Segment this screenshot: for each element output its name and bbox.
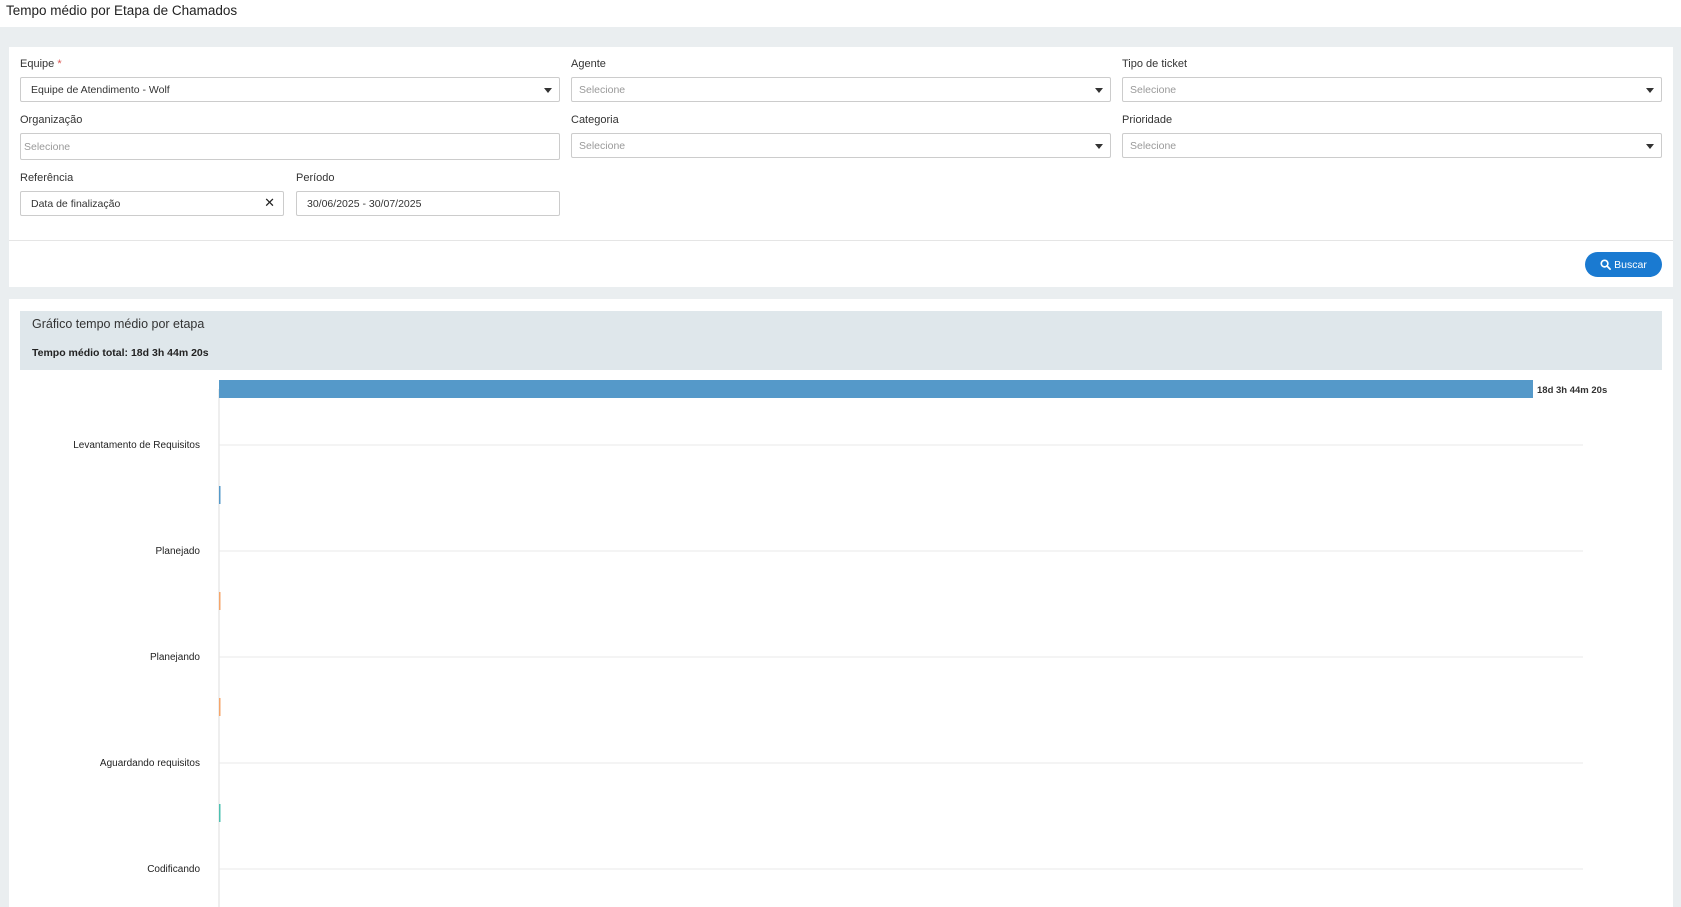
organizacao-label: Organização <box>20 114 83 126</box>
periodo-input[interactable]: 30/06/2025 - 30/07/2025 <box>296 191 560 216</box>
organizacao-input[interactable]: Selecione <box>20 133 560 160</box>
equipe-select-value: Equipe de Atendimento - Wolf <box>31 83 170 96</box>
periodo-label: Período <box>296 172 335 184</box>
referencia-select[interactable]: Data de finalização ✕ <box>20 191 284 216</box>
prioridade-select[interactable]: Selecione <box>1122 133 1662 158</box>
tipo-ticket-select-placeholder: Selecione <box>1130 83 1177 96</box>
page-title: Tempo médio por Etapa de Chamados <box>6 3 238 18</box>
tipo-ticket-label: Tipo de ticket <box>1122 58 1188 70</box>
category-label: Levantamento de Requisitos <box>73 440 200 451</box>
chevron-down-icon <box>1646 144 1654 149</box>
categoria-label: Categoria <box>571 114 619 126</box>
referencia-label: Referência <box>20 172 74 184</box>
chevron-down-icon <box>1646 88 1654 93</box>
equipe-label: Equipe * <box>20 58 62 70</box>
stage-time-chart: Levantamento de Requisitos 18d 3h 44m 20s… <box>73 380 1607 907</box>
agente-select-placeholder: Selecione <box>579 83 626 96</box>
tipo-ticket-select[interactable]: Selecione <box>1122 77 1662 102</box>
bar[interactable] <box>219 698 221 716</box>
bar[interactable] <box>219 486 221 504</box>
equipe-select[interactable]: Equipe de Atendimento - Wolf <box>20 77 560 102</box>
bar[interactable] <box>219 592 221 610</box>
bar[interactable] <box>219 804 221 822</box>
search-icon <box>1600 259 1612 270</box>
bar-data-label: 18d 3h 44m 20s <box>1537 385 1607 396</box>
category-label: Aguardando requisitos <box>100 758 200 769</box>
search-button[interactable]: Buscar <box>1585 252 1662 277</box>
agente-label: Agente <box>571 58 606 70</box>
category-label: Planejando <box>150 652 200 663</box>
categoria-select[interactable]: Selecione <box>571 133 1111 158</box>
required-mark: * <box>57 58 62 70</box>
prioridade-select-placeholder: Selecione <box>1130 139 1177 152</box>
equipe-label-text: Equipe <box>20 58 55 70</box>
chart-panel: Gráfico tempo médio por etapa Tempo médi… <box>9 299 1673 907</box>
prioridade-label: Prioridade <box>1122 114 1173 126</box>
categoria-select-placeholder: Selecione <box>579 139 626 152</box>
category-label: Planejado <box>156 546 201 557</box>
chevron-down-icon <box>1095 144 1103 149</box>
category-label: Codificando <box>147 864 200 875</box>
top-bar: Tempo médio por Etapa de Chamados <box>0 0 1681 27</box>
search-button-label: Buscar <box>1614 258 1647 271</box>
periodo-input-value: 30/06/2025 - 30/07/2025 <box>307 197 422 210</box>
panel-divider <box>9 240 1673 241</box>
referencia-select-value: Data de finalização <box>31 197 121 210</box>
organizacao-input-placeholder: Selecione <box>24 140 71 153</box>
bar[interactable] <box>219 380 1533 398</box>
agente-select[interactable]: Selecione <box>571 77 1111 102</box>
chevron-down-icon <box>1095 88 1103 93</box>
close-icon[interactable]: ✕ <box>264 195 275 211</box>
filter-panel: Equipe * Equipe de Atendimento - Wolf Ag… <box>9 47 1673 287</box>
chevron-down-icon <box>544 88 552 93</box>
